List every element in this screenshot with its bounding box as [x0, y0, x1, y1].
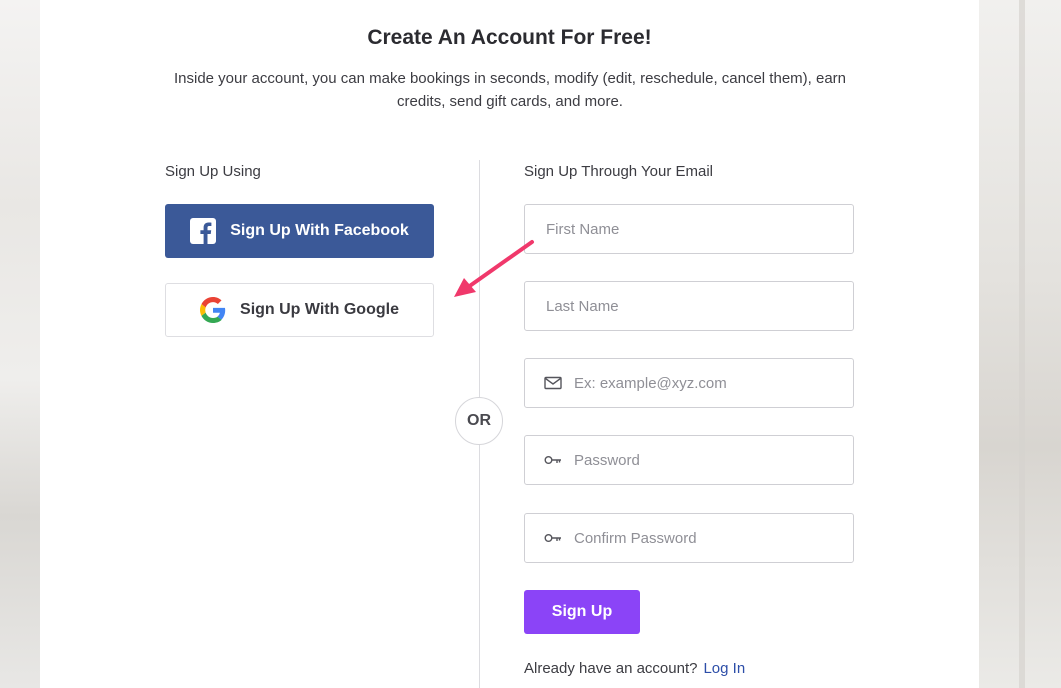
email-field — [524, 358, 854, 408]
or-divider-badge: OR — [455, 397, 503, 445]
email-signup-heading: Sign Up Through Your Email — [524, 163, 714, 180]
key-icon — [544, 453, 562, 467]
login-prompt-text: Already have an account? — [524, 660, 698, 677]
mail-icon — [544, 376, 562, 390]
arrow-annotation — [454, 240, 534, 297]
google-icon — [200, 297, 226, 323]
last-name-field — [524, 281, 854, 331]
background-photo-left — [0, 0, 40, 688]
first-name-field — [524, 204, 854, 254]
email-input[interactable] — [562, 359, 853, 407]
password-input[interactable] — [562, 436, 853, 484]
login-prompt: Already have an account? Log In — [524, 660, 745, 677]
key-icon — [544, 531, 562, 545]
google-signup-label: Sign Up With Google — [240, 301, 399, 318]
confirm-password-field — [524, 513, 854, 563]
first-name-input[interactable] — [525, 205, 853, 253]
last-name-input[interactable] — [525, 282, 853, 330]
page-title: Create An Account For Free! — [367, 26, 652, 49]
login-link[interactable]: Log In — [703, 660, 745, 677]
facebook-signup-button[interactable]: Sign Up With Facebook — [165, 204, 434, 258]
page-subtitle: Inside your account, you can make bookin… — [173, 70, 847, 110]
facebook-icon — [190, 218, 217, 244]
social-signup-heading: Sign Up Using — [165, 163, 261, 180]
confirm-password-input[interactable] — [562, 514, 853, 562]
signup-card: Create An Account For Free! Inside your … — [40, 0, 979, 688]
background-photo-right — [979, 0, 1061, 688]
password-field — [524, 435, 854, 485]
facebook-signup-label: Sign Up With Facebook — [230, 222, 409, 239]
sign-up-button[interactable]: Sign Up — [524, 590, 640, 634]
google-signup-button[interactable]: Sign Up With Google — [165, 283, 434, 337]
